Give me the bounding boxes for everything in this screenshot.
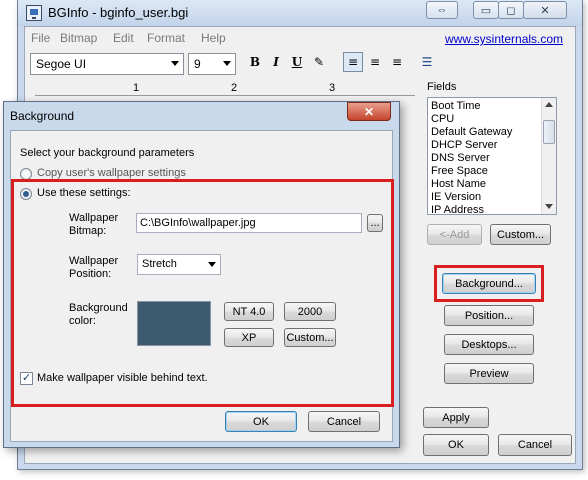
nt40-color-button[interactable]: NT 4.0	[224, 302, 274, 321]
wallpaper-bitmap-label: Wallpaper	[69, 212, 119, 224]
dialog-cancel-button[interactable]: Cancel	[308, 411, 380, 432]
font-size-select[interactable]: 9	[188, 53, 236, 75]
list-item[interactable]: IP Address	[431, 204, 553, 214]
wallpaper-position-label: Wallpaper	[69, 255, 119, 267]
list-item[interactable]: Free Space	[431, 165, 553, 178]
wallpaper-path-input[interactable]: C:\BGInfo\wallpaper.jpg	[136, 213, 362, 233]
ruler-mark: 1	[133, 82, 140, 94]
background-button[interactable]: Background...	[442, 273, 536, 294]
scroll-up-icon[interactable]	[545, 102, 553, 107]
close-button[interactable]: ✕	[523, 1, 567, 19]
restore-arrows-icon[interactable]: ⇔	[426, 1, 458, 19]
dialog-client-area: Select your background parameters Copy u…	[10, 130, 394, 442]
custom-field-button[interactable]: Custom...	[490, 224, 551, 245]
align-left-icon[interactable]: ≡	[343, 52, 363, 72]
wallpaper-position-label: Position:	[69, 268, 112, 280]
background-color-swatch[interactable]	[137, 301, 211, 346]
background-color-label: color:	[69, 315, 96, 327]
bginfo-app-icon	[26, 5, 42, 21]
ruler-mark: 2	[231, 82, 238, 94]
use-settings-label[interactable]: Use these settings:	[37, 187, 131, 199]
list-item[interactable]: IE Version	[431, 191, 553, 204]
preview-button[interactable]: Preview	[444, 363, 534, 384]
wallpaper-position-select[interactable]: Stretch	[137, 254, 221, 275]
visible-behind-text-label[interactable]: Make wallpaper visible behind text.	[37, 372, 208, 384]
fields-label: Fields	[427, 81, 457, 93]
list-item[interactable]: DNS Server	[431, 152, 553, 165]
list-item[interactable]: DHCP Server	[431, 139, 553, 152]
dialog-close-icon[interactable]: ✕	[347, 102, 391, 121]
copy-wallpaper-label[interactable]: Copy user's wallpaper settings	[37, 167, 186, 179]
xp-color-button[interactable]: XP	[224, 328, 274, 347]
menu-edit[interactable]: Edit	[113, 31, 134, 45]
italic-button[interactable]: I	[266, 52, 286, 72]
scroll-thumb[interactable]	[543, 120, 555, 144]
menu-bar: File Bitmap Edit Format Help www.sysinte…	[25, 27, 575, 49]
background-color-label: Background	[69, 302, 128, 314]
list-item[interactable]: Host Name	[431, 178, 553, 191]
chevron-down-icon	[171, 61, 179, 66]
sysinternals-link[interactable]: www.sysinternals.com	[445, 32, 563, 46]
minimize-button[interactable]: ▭	[473, 1, 499, 19]
ok-button[interactable]: OK	[423, 434, 489, 456]
add-field-button[interactable]: <-Add	[427, 224, 482, 245]
menu-bitmap[interactable]: Bitmap	[60, 31, 97, 45]
list-item[interactable]: CPU	[431, 113, 553, 126]
use-settings-radio[interactable]	[20, 188, 32, 200]
2000-color-button[interactable]: 2000	[284, 302, 336, 321]
font-size-value: 9	[194, 57, 201, 71]
align-right-icon[interactable]: ≡	[387, 52, 407, 72]
apply-button[interactable]: Apply	[423, 407, 489, 428]
menu-help[interactable]: Help	[201, 31, 226, 45]
background-dialog: Background ✕ Select your background para…	[3, 101, 400, 448]
list-item[interactable]: Default Gateway	[431, 126, 553, 139]
ruler: 1 2 3	[35, 82, 415, 96]
bold-button[interactable]: B	[245, 52, 265, 72]
wallpaper-position-value: Stretch	[142, 258, 177, 270]
fields-list[interactable]: Boot Time CPU Default Gateway DHCP Serve…	[427, 97, 557, 215]
ruler-mark: 3	[329, 82, 336, 94]
visible-behind-text-checkbox[interactable]: ✓	[20, 372, 33, 385]
wallpaper-bitmap-label: Bitmap:	[69, 225, 107, 237]
chevron-down-icon	[208, 262, 216, 267]
desktops-button[interactable]: Desktops...	[444, 334, 534, 355]
list-item[interactable]: Boot Time	[431, 100, 553, 113]
title-bar[interactable]: BGInfo - bginfo_user.bgi ⇔ ▭ ◻ ✕	[18, 0, 582, 26]
scroll-down-icon[interactable]	[545, 204, 553, 209]
fields-scrollbar[interactable]	[541, 98, 556, 214]
cancel-button[interactable]: Cancel	[498, 434, 572, 456]
underline-button[interactable]: U	[287, 52, 307, 72]
window-title: BGInfo - bginfo_user.bgi	[48, 5, 189, 20]
dialog-ok-button[interactable]: OK	[225, 411, 297, 432]
chevron-down-icon	[223, 61, 231, 66]
menu-file[interactable]: File	[31, 31, 50, 45]
align-center-icon[interactable]: ≡	[365, 52, 385, 72]
dialog-title: Background	[10, 109, 75, 123]
font-family-value: Segoe UI	[36, 57, 87, 71]
menu-format[interactable]: Format	[147, 31, 185, 45]
bullet-list-icon[interactable]: ☰	[417, 52, 437, 72]
font-family-select[interactable]: Segoe UI	[30, 53, 184, 75]
highlight-marker-icon[interactable]: ✎	[309, 52, 329, 72]
position-button[interactable]: Position...	[444, 305, 534, 326]
custom-color-button[interactable]: Custom...	[284, 328, 336, 347]
browse-button[interactable]: ...	[367, 214, 383, 232]
dialog-intro-text: Select your background parameters	[20, 147, 195, 159]
maximize-button[interactable]: ◻	[498, 1, 524, 19]
